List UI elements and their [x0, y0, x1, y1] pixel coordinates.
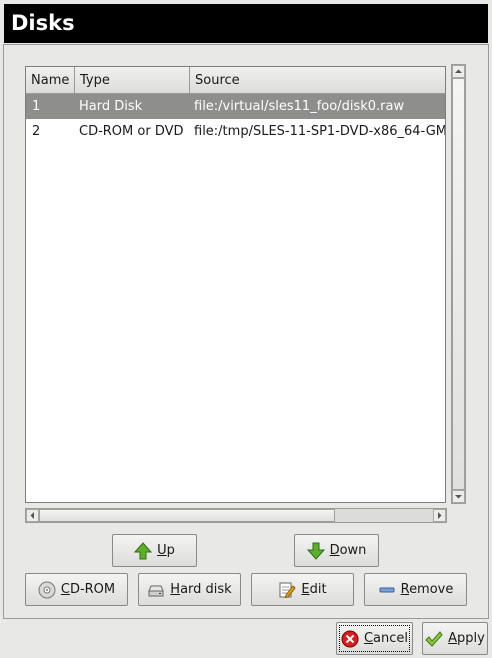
green-down-arrow-icon [306, 542, 325, 560]
scroll-right-button[interactable] [433, 509, 446, 522]
row-name: 1 [32, 99, 41, 114]
row-source: file:/tmp/SLES-11-SP1-DVD-x86_64-GM [194, 124, 446, 139]
window-title: Disks [4, 4, 488, 43]
column-header-type[interactable]: Type [75, 67, 190, 93]
add-cdrom-label: CD-ROM [60, 582, 116, 597]
disk-list[interactable]: Name Type Source 1 Hard Disk file:/virtu… [25, 66, 446, 503]
cancel-icon [341, 630, 359, 647]
cd-icon [38, 581, 56, 598]
title-bar: Disks [0, 0, 492, 47]
apply-label: Apply [448, 631, 485, 646]
add-hard-disk-label: Hard disk [170, 582, 232, 597]
move-down-label: Down [329, 543, 367, 558]
edit-label: Edit [301, 582, 327, 597]
cancel-button[interactable]: Cancel [336, 622, 413, 655]
apply-button[interactable]: Apply [422, 622, 488, 655]
add-hard-disk-button[interactable]: Hard disk [138, 573, 241, 606]
move-up-button[interactable]: Up [112, 534, 197, 567]
row-source: file:/virtual/sles11_foo/disk0.raw [194, 99, 405, 114]
table-row[interactable]: 2 CD-ROM or DVD file:/tmp/SLES-11-SP1-DV… [26, 119, 445, 144]
edit-icon [279, 582, 297, 598]
hard-disk-icon [148, 585, 165, 596]
checkmark-icon [425, 630, 443, 647]
move-down-button[interactable]: Down [294, 534, 379, 567]
column-header-source[interactable]: Source [190, 67, 445, 93]
arrow-down-icon [455, 495, 462, 499]
scroll-down-button[interactable] [452, 490, 465, 503]
remove-label: Remove [400, 582, 454, 597]
arrow-right-icon [438, 512, 442, 519]
row-type: CD-ROM or DVD [79, 124, 184, 139]
arrow-up-icon [455, 69, 462, 73]
scroll-up-button[interactable] [452, 65, 465, 78]
row-name: 2 [32, 124, 41, 139]
horizontal-scrollbar[interactable] [25, 508, 447, 523]
minus-icon [379, 587, 395, 592]
arrow-left-icon [30, 512, 34, 519]
remove-button[interactable]: Remove [364, 573, 467, 606]
move-up-label: Up [157, 543, 175, 558]
table-row[interactable]: 1 Hard Disk file:/virtual/sles11_foo/dis… [26, 94, 445, 119]
column-header-name[interactable]: Name [26, 67, 75, 93]
green-up-arrow-icon [134, 541, 153, 559]
list-header: Name Type Source [26, 67, 445, 94]
horizontal-scroll-thumb[interactable] [39, 509, 335, 522]
add-cdrom-button[interactable]: CD-ROM [25, 573, 128, 606]
row-type: Hard Disk [79, 99, 143, 114]
vertical-scrollbar[interactable] [451, 64, 466, 504]
vertical-scroll-thumb[interactable] [452, 78, 465, 490]
edit-button[interactable]: Edit [251, 573, 354, 606]
cancel-label: Cancel [363, 631, 409, 646]
scroll-left-button[interactable] [26, 509, 39, 522]
